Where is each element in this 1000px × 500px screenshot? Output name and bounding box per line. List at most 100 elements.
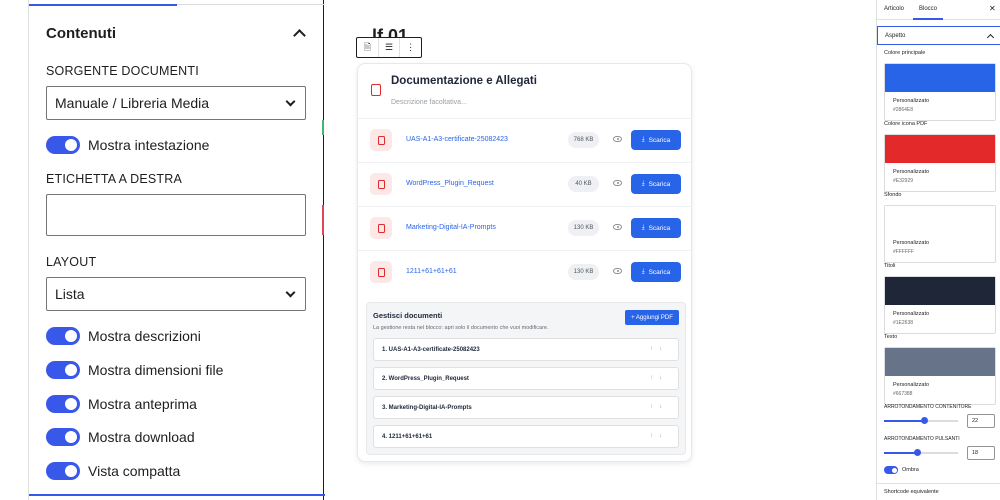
shortcode-title: Shortcode equivalente bbox=[884, 489, 939, 495]
color-picker-titles[interactable]: Personalizzato #1E2638 bbox=[884, 276, 996, 334]
toggle-switch[interactable] bbox=[46, 395, 80, 413]
document-link[interactable]: Marketing-Digital-IA-Prompts bbox=[406, 224, 496, 231]
toggle-switch[interactable] bbox=[46, 136, 80, 154]
block-title[interactable]: Documentazione e Allegati bbox=[391, 75, 537, 87]
eye-icon[interactable] bbox=[613, 224, 622, 230]
color-swatch[interactable] bbox=[885, 206, 995, 234]
pdf-file-icon bbox=[370, 217, 392, 239]
inspector-tabs: Articolo Blocco ✕ bbox=[877, 0, 1000, 20]
section-header-contenuti[interactable]: Contenuti bbox=[46, 23, 308, 43]
toggle-show-preview[interactable]: Mostra anteprima bbox=[46, 395, 197, 413]
toggle-show-header[interactable]: Mostra intestazione bbox=[46, 136, 209, 154]
toggle-switch[interactable] bbox=[46, 428, 80, 446]
tab-articolo[interactable]: Articolo bbox=[884, 6, 904, 12]
color-swatch[interactable] bbox=[885, 135, 995, 163]
inspector-panel: Articolo Blocco ✕ Aspetto Colore princip… bbox=[876, 0, 1000, 500]
section-title: Aspetto bbox=[885, 33, 906, 39]
download-icon: ⤓ bbox=[641, 224, 645, 231]
document-link[interactable]: UAS-A1-A3-certificate-25082423 bbox=[406, 136, 508, 143]
active-tab-indicator bbox=[913, 18, 943, 20]
manage-item-label: 4. 1211+61+61+61 bbox=[382, 434, 433, 440]
toggle-label: Mostra anteprima bbox=[88, 396, 197, 412]
manage-item[interactable]: 1. UAS-A1-A3-certificate-25082423 ↑↓ bbox=[373, 338, 679, 361]
section-title: Contenuti bbox=[46, 24, 116, 42]
slider-fill bbox=[884, 420, 925, 422]
active-tab-indicator bbox=[29, 4, 177, 6]
manage-item[interactable]: 3. Marketing-Digital-IA-Prompts ↑↓ bbox=[373, 396, 679, 419]
slider-handle[interactable] bbox=[913, 449, 921, 456]
toggle-show-file-size[interactable]: Mostra dimensioni file bbox=[46, 361, 223, 379]
chevron-up-icon[interactable] bbox=[986, 33, 995, 42]
color-picker-text[interactable]: Personalizzato #667388 bbox=[884, 347, 996, 405]
download-icon: ⤓ bbox=[641, 180, 645, 187]
radius-container-label: ARROTONDAMENTO CONTENITORE bbox=[884, 404, 972, 410]
radius-container-input[interactable]: 22 bbox=[967, 414, 995, 428]
block-description[interactable]: Descrizione facoltativa... bbox=[391, 99, 467, 106]
radius-buttons-slider[interactable] bbox=[884, 449, 958, 456]
toggle-show-download[interactable]: Mostra download bbox=[46, 428, 195, 446]
slider-handle[interactable] bbox=[921, 417, 929, 424]
eye-icon[interactable] bbox=[613, 136, 622, 142]
radius-container-slider[interactable] bbox=[884, 417, 958, 424]
manage-item[interactable]: 4. 1211+61+61+61 ↑↓ bbox=[373, 425, 679, 448]
download-button[interactable]: ⤓ Scarica bbox=[631, 130, 681, 150]
shortcode-section[interactable]: Shortcode equivalente bbox=[877, 483, 1000, 500]
manage-documents-panel: Gestisci documenti La gestione resta nel… bbox=[366, 302, 686, 455]
toggle-label: Vista compatta bbox=[88, 463, 181, 479]
manage-description: La gestione resta nel blocco: apri solo … bbox=[373, 325, 549, 331]
reorder-arrows-icon[interactable]: ↑↓ bbox=[650, 346, 668, 352]
eye-icon[interactable] bbox=[613, 268, 622, 274]
documents-block[interactable]: Documentazione e Allegati Descrizione fa… bbox=[357, 63, 693, 462]
right-label-input[interactable] bbox=[46, 194, 306, 236]
color-name: Personalizzato bbox=[893, 98, 930, 104]
download-button[interactable]: ⤓ Scarica bbox=[631, 174, 681, 194]
color-hex: #1E2638 bbox=[893, 320, 914, 326]
next-section-indicator bbox=[29, 494, 325, 496]
color-picker-background[interactable]: Personalizzato #FFFFFF bbox=[884, 205, 996, 263]
toggle-switch[interactable] bbox=[46, 462, 80, 480]
tab-blocco[interactable]: Blocco bbox=[919, 6, 937, 12]
chevron-up-icon[interactable] bbox=[293, 29, 306, 42]
color-swatch[interactable] bbox=[885, 277, 995, 305]
align-icon[interactable]: ☰ bbox=[379, 38, 401, 57]
block-type-icon[interactable]: 🗎 bbox=[357, 38, 379, 57]
download-icon: ⤓ bbox=[641, 268, 645, 275]
source-select[interactable]: Manuale / Libreria Media bbox=[46, 86, 306, 120]
toggle-switch[interactable] bbox=[46, 327, 80, 345]
reorder-arrows-icon[interactable]: ↑↓ bbox=[650, 404, 668, 410]
shadow-toggle[interactable] bbox=[884, 466, 898, 474]
close-icon[interactable]: ✕ bbox=[989, 4, 996, 13]
document-link[interactable]: 1211+61+61+61 bbox=[406, 268, 457, 275]
toggle-label: Mostra descrizioni bbox=[88, 328, 201, 344]
document-link[interactable]: WordPress_Plugin_Request bbox=[406, 180, 494, 187]
toggle-label: Mostra dimensioni file bbox=[88, 362, 224, 378]
radius-buttons-input[interactable]: 18 bbox=[967, 446, 995, 460]
file-size-badge: 768 KB bbox=[568, 132, 599, 148]
reorder-arrows-icon[interactable]: ↑↓ bbox=[650, 433, 668, 439]
download-button[interactable]: ⤓ Scarica bbox=[631, 262, 681, 282]
color-picker-primary[interactable]: Personalizzato #2864E8 bbox=[884, 63, 996, 121]
eye-icon[interactable] bbox=[613, 180, 622, 186]
color-picker-pdf-icon[interactable]: Personalizzato #E32929 bbox=[884, 134, 996, 192]
manage-item-label: 1. UAS-A1-A3-certificate-25082423 bbox=[382, 347, 480, 353]
toggle-show-descriptions[interactable]: Mostra descrizioni bbox=[46, 327, 201, 345]
color-swatch[interactable] bbox=[885, 348, 995, 376]
toggle-compact-view[interactable]: Vista compatta bbox=[46, 462, 180, 480]
download-button[interactable]: ⤓ Scarica bbox=[631, 218, 681, 238]
layout-select[interactable]: Lista bbox=[46, 277, 306, 311]
more-options-icon[interactable]: ⋮ bbox=[400, 38, 421, 57]
color-swatch[interactable] bbox=[885, 64, 995, 92]
download-label: Scarica bbox=[648, 224, 671, 232]
document-row: UAS-A1-A3-certificate-25082423 768 KB ⤓ S… bbox=[358, 118, 693, 162]
pdf-file-icon bbox=[370, 129, 392, 151]
download-label: Scarica bbox=[648, 268, 671, 276]
toggle-switch[interactable] bbox=[46, 361, 80, 379]
color-name: Personalizzato bbox=[893, 382, 930, 388]
color-label: Sfondo bbox=[884, 192, 902, 198]
add-pdf-button[interactable]: + Aggiungi PDF bbox=[625, 310, 679, 325]
reorder-arrows-icon[interactable]: ↑↓ bbox=[650, 375, 668, 381]
section-header-aspetto[interactable]: Aspetto bbox=[877, 26, 1000, 45]
color-label: Colore principale bbox=[884, 50, 926, 56]
download-icon: ⤓ bbox=[641, 136, 645, 143]
manage-item[interactable]: 2. WordPress_Plugin_Request ↑↓ bbox=[373, 367, 679, 390]
